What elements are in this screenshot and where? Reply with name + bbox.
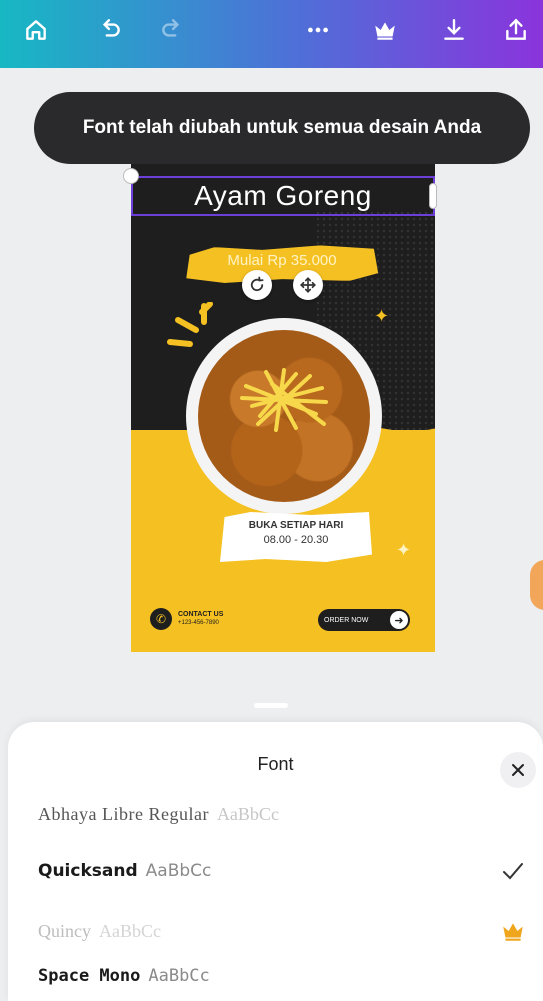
download-icon bbox=[444, 19, 464, 40]
download-button[interactable] bbox=[434, 10, 474, 50]
move-button[interactable] bbox=[293, 270, 323, 300]
font-item-quicksand[interactable]: Quicksand AaBbCc bbox=[38, 846, 538, 896]
rotate-button[interactable] bbox=[242, 270, 272, 300]
sparkle-icon: ✦ bbox=[396, 540, 412, 560]
contact-phone: +123-456-7890 bbox=[178, 620, 219, 626]
font-item-abhaya-libre[interactable]: Abhaya Libre Regular AaBbCc bbox=[38, 794, 538, 834]
rotate-handle[interactable] bbox=[123, 168, 139, 184]
font-name: Abhaya Libre Regular bbox=[38, 803, 209, 824]
share-icon bbox=[506, 18, 526, 40]
redo-button[interactable] bbox=[152, 10, 192, 50]
premium-button[interactable] bbox=[365, 10, 405, 50]
resize-handle[interactable] bbox=[429, 183, 437, 209]
more-icon bbox=[308, 27, 328, 33]
side-panel-tab[interactable] bbox=[530, 560, 543, 610]
checkmark-icon bbox=[503, 863, 523, 880]
font-item-space-mono[interactable]: Space Mono AaBbCc bbox=[38, 966, 538, 1000]
crown-icon bbox=[375, 22, 395, 40]
undo-button[interactable] bbox=[90, 10, 130, 50]
rotate-icon bbox=[250, 276, 264, 292]
sheet-drag-handle[interactable] bbox=[254, 703, 288, 708]
open-hours-label: 08.00 - 20.30 bbox=[263, 534, 329, 546]
undo-icon bbox=[102, 19, 120, 37]
poster-price[interactable]: Mulai Rp 35.000 bbox=[186, 252, 378, 269]
order-now-pill[interactable]: ORDER NOW ➜ bbox=[318, 609, 410, 631]
redo-icon bbox=[162, 19, 180, 37]
font-sample: AaBbCc bbox=[216, 803, 279, 824]
font-panel: Font Abhaya Libre Regular AaBbCc Quicksa… bbox=[8, 722, 543, 1001]
font-panel-title: Font bbox=[257, 754, 294, 774]
font-name: Space Mono bbox=[38, 966, 141, 986]
close-button[interactable] bbox=[500, 752, 536, 788]
arrow-right-icon: ➜ bbox=[390, 611, 408, 629]
poster-title: Ayam Goreng bbox=[194, 180, 372, 211]
sparkle-icon: ✦ bbox=[154, 476, 170, 496]
font-item-quincy[interactable]: Quincy AaBbCc bbox=[38, 906, 538, 956]
contact-block[interactable]: ✆ CONTACT US +123-456-7890 bbox=[150, 608, 223, 630]
whatsapp-icon: ✆ bbox=[150, 608, 172, 630]
crown-icon bbox=[503, 923, 523, 941]
more-button[interactable] bbox=[298, 10, 338, 50]
open-days-label: BUKA SETIAP HARI bbox=[248, 520, 344, 531]
opening-hours-card[interactable]: BUKA SETIAP HARI 08.00 - 20.30 bbox=[220, 512, 372, 562]
font-sample: AaBbCc bbox=[148, 966, 210, 986]
fries-image bbox=[240, 368, 328, 432]
font-sample: AaBbCc bbox=[145, 861, 212, 881]
close-icon bbox=[512, 764, 524, 776]
font-sample: AaBbCc bbox=[99, 920, 161, 941]
selected-title-textbox[interactable]: Ayam Goreng bbox=[131, 176, 435, 216]
move-icon bbox=[300, 277, 316, 293]
sparkle-icon: ✦ bbox=[374, 306, 390, 326]
home-icon bbox=[26, 20, 46, 40]
font-name: Quincy bbox=[38, 920, 91, 941]
toast-notification: Font telah diubah untuk semua desain And… bbox=[34, 92, 530, 164]
toast-message: Font telah diubah untuk semua desain And… bbox=[82, 117, 482, 138]
editor-toolbar bbox=[0, 0, 543, 68]
order-label: ORDER NOW bbox=[324, 616, 369, 624]
home-button[interactable] bbox=[16, 10, 56, 50]
font-name: Quicksand bbox=[38, 861, 138, 881]
contact-label: CONTACT US bbox=[178, 611, 224, 618]
share-button[interactable] bbox=[496, 10, 536, 50]
